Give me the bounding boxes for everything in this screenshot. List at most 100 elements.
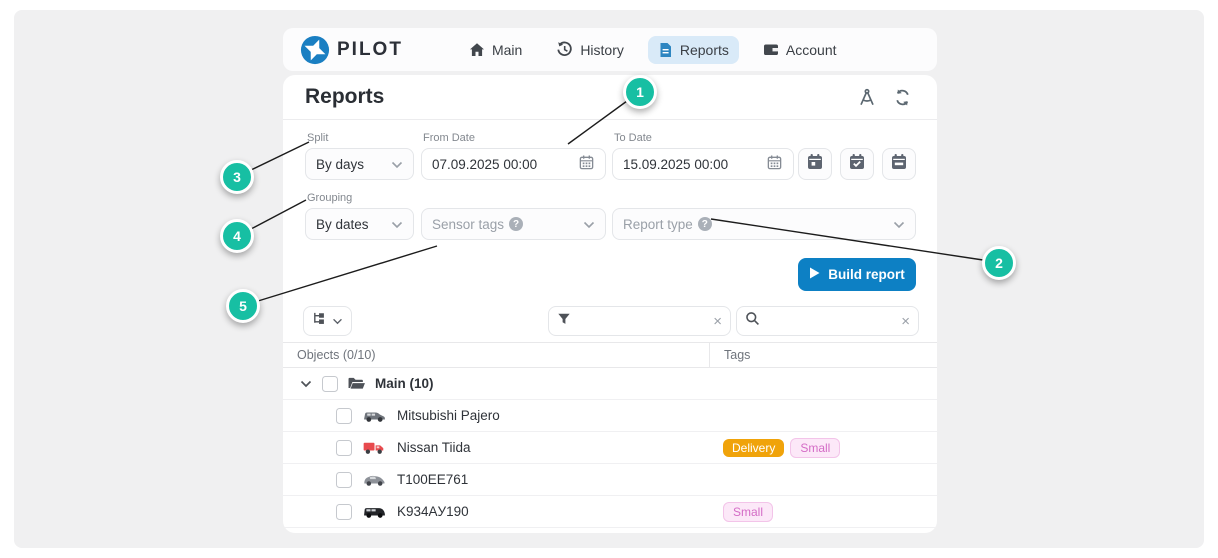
- table-header: Objects (0/10) Tags: [283, 342, 937, 368]
- vehicle-row[interactable]: Mitsubishi Pajero: [283, 400, 937, 432]
- row-checkbox[interactable]: [336, 440, 352, 456]
- row-label: Nissan Tiida: [397, 440, 471, 455]
- search-input[interactable]: [766, 314, 895, 329]
- callout-badge-4: 4: [220, 219, 254, 253]
- build-report-label: Build report: [828, 267, 905, 282]
- chevron-down-icon: [332, 312, 343, 330]
- search-box: ×: [736, 306, 919, 336]
- row-tags: Delivery Small: [723, 432, 840, 463]
- brand-name: PILOT: [337, 39, 403, 61]
- calendar-day-icon: [806, 153, 824, 176]
- row-label: K934AУ190: [397, 504, 469, 519]
- nav-item-reports[interactable]: Reports: [648, 36, 739, 64]
- nav-items: Main History Reports Account: [459, 35, 847, 64]
- grouping-label: Grouping: [307, 192, 352, 204]
- tag-badge: Small: [790, 438, 840, 458]
- nav-item-label: Account: [786, 42, 837, 58]
- grouping-value: By dates: [316, 217, 391, 232]
- row-label: T100EE761: [397, 472, 468, 487]
- calendar-range-icon: [890, 153, 908, 176]
- callout-badge-2: 2: [982, 246, 1016, 280]
- grouping-select[interactable]: By dates: [305, 208, 414, 240]
- chevron-down-icon: [391, 217, 403, 232]
- to-date-value: 15.09.2025 00:00: [623, 157, 766, 172]
- from-date-value: 07.09.2025 00:00: [432, 157, 578, 172]
- tags-column-header: Tags: [710, 348, 750, 362]
- callout-badge-1: 1: [623, 75, 657, 109]
- to-date-label: To Date: [614, 132, 652, 144]
- nav-item-label: History: [580, 42, 624, 58]
- compass-icon[interactable]: [857, 88, 877, 108]
- search-icon: [745, 311, 760, 331]
- quick-month-button[interactable]: [882, 148, 916, 180]
- tag-badge: Small: [723, 502, 773, 522]
- from-date-input[interactable]: 07.09.2025 00:00: [421, 148, 606, 180]
- reports-card: Reports Split By days From Date 07.09.20…: [283, 75, 937, 533]
- row-checkbox[interactable]: [336, 408, 352, 424]
- sensor-tags-select[interactable]: Sensor tags ?: [421, 208, 606, 240]
- chevron-down-icon: [391, 157, 403, 172]
- split-label: Split: [307, 132, 328, 144]
- report-type-placeholder: Report type: [623, 217, 693, 232]
- split-select[interactable]: By days: [305, 148, 414, 180]
- top-navbar: PILOT Main History Reports Account: [283, 28, 937, 71]
- play-icon: [809, 267, 820, 282]
- car-icon: [361, 471, 388, 488]
- row-checkbox[interactable]: [322, 376, 338, 392]
- vehicle-row[interactable]: Nissan Tiida Delivery Small: [283, 432, 937, 464]
- row-tags: Small: [723, 496, 773, 527]
- suv-icon: [361, 407, 388, 424]
- callout-badge-3: 3: [220, 160, 254, 194]
- row-label: Main (10): [375, 376, 434, 391]
- row-checkbox[interactable]: [336, 504, 352, 520]
- row-label: Mitsubishi Pajero: [397, 408, 500, 423]
- tree-icon: [312, 311, 327, 331]
- truck-icon: [361, 439, 388, 456]
- build-report-button[interactable]: Build report: [798, 258, 916, 291]
- vehicle-row[interactable]: [283, 528, 937, 533]
- history-icon: [556, 41, 573, 58]
- to-date-input[interactable]: 15.09.2025 00:00: [612, 148, 794, 180]
- filter-input[interactable]: [577, 314, 707, 329]
- nav-item-history[interactable]: History: [546, 35, 634, 64]
- refresh-icon[interactable]: [893, 88, 913, 108]
- folder-open-icon: [347, 376, 366, 391]
- nav-item-account[interactable]: Account: [753, 36, 847, 64]
- home-icon: [469, 42, 485, 58]
- from-date-label: From Date: [423, 132, 475, 144]
- chevron-down-icon: [893, 217, 905, 232]
- report-type-select[interactable]: Report type ?: [612, 208, 916, 240]
- sensor-tags-placeholder: Sensor tags: [432, 217, 504, 232]
- calendar-check-icon: [848, 153, 866, 176]
- card-header: Reports: [283, 75, 937, 120]
- document-icon: [658, 42, 673, 58]
- vehicle-row[interactable]: T100EE761: [283, 464, 937, 496]
- brand: PILOT: [300, 35, 403, 65]
- vehicle-row[interactable]: K934AУ190 Small: [283, 496, 937, 528]
- funnel-icon: [557, 312, 571, 331]
- calendar-icon[interactable]: [766, 154, 783, 174]
- row-checkbox[interactable]: [336, 472, 352, 488]
- quick-week-button[interactable]: [840, 148, 874, 180]
- nav-item-label: Main: [492, 42, 522, 58]
- clear-search-icon[interactable]: ×: [901, 314, 910, 329]
- tree-view-button[interactable]: [303, 306, 352, 336]
- calendar-icon[interactable]: [578, 154, 595, 174]
- van-icon: [361, 503, 388, 520]
- nav-item-label: Reports: [680, 42, 729, 58]
- help-icon[interactable]: ?: [698, 217, 712, 231]
- chevron-down-icon: [583, 217, 595, 232]
- tree-expand-icon[interactable]: [300, 380, 312, 388]
- folder-row[interactable]: Main (10): [283, 368, 937, 400]
- tag-badge: Delivery: [723, 439, 784, 457]
- help-icon[interactable]: ?: [509, 217, 523, 231]
- clear-filter-icon[interactable]: ×: [713, 314, 722, 329]
- page-title: Reports: [305, 85, 384, 109]
- pilot-logo-icon: [300, 35, 330, 65]
- split-value: By days: [316, 157, 391, 172]
- object-tree: Main (10) Mitsubishi Pajero Nissan Tiida De…: [283, 368, 937, 533]
- nav-item-main[interactable]: Main: [459, 36, 532, 64]
- wallet-icon: [763, 42, 779, 57]
- callout-badge-5: 5: [226, 289, 260, 323]
- quick-today-button[interactable]: [798, 148, 832, 180]
